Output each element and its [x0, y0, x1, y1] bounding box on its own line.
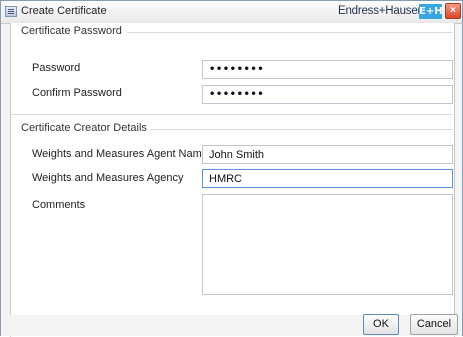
close-button[interactable]: ×: [445, 3, 461, 19]
confirm-password-field[interactable]: [202, 85, 453, 104]
close-icon: ×: [450, 5, 456, 16]
window-title: Create Certificate: [21, 5, 107, 17]
section-divider: [127, 32, 452, 33]
agent-name-label: Weights and Measures Agent Name: [32, 148, 208, 160]
agency-field[interactable]: [202, 169, 453, 188]
comments-textarea[interactable]: [202, 194, 453, 295]
brand-name: Endress+Hauser: [338, 5, 422, 17]
certificate-password-heading: Certificate Password: [21, 25, 122, 37]
dialog-content: Certificate Password Password Confirm Pa…: [10, 23, 455, 337]
brand-logo: E+H: [419, 4, 443, 19]
confirm-password-label: Confirm Password: [32, 87, 122, 99]
password-label: Password: [32, 62, 81, 74]
create-certificate-window: Create Certificate Endress+Hauser E+H × …: [0, 0, 463, 337]
ok-button[interactable]: OK: [363, 314, 399, 335]
section-divider: [151, 129, 452, 130]
password-field[interactable]: [202, 60, 453, 79]
certificate-creator-details-heading: Certificate Creator Details: [21, 122, 147, 134]
cancel-button[interactable]: Cancel: [410, 314, 458, 335]
agent-name-field[interactable]: [202, 145, 453, 164]
agency-label: Weights and Measures Agency: [32, 172, 184, 184]
section-divider: [11, 114, 452, 115]
comments-label: Comments: [32, 199, 86, 211]
title-bar[interactable]: Create Certificate Endress+Hauser E+H ×: [1, 1, 462, 24]
certificate-window-icon: [5, 6, 17, 17]
